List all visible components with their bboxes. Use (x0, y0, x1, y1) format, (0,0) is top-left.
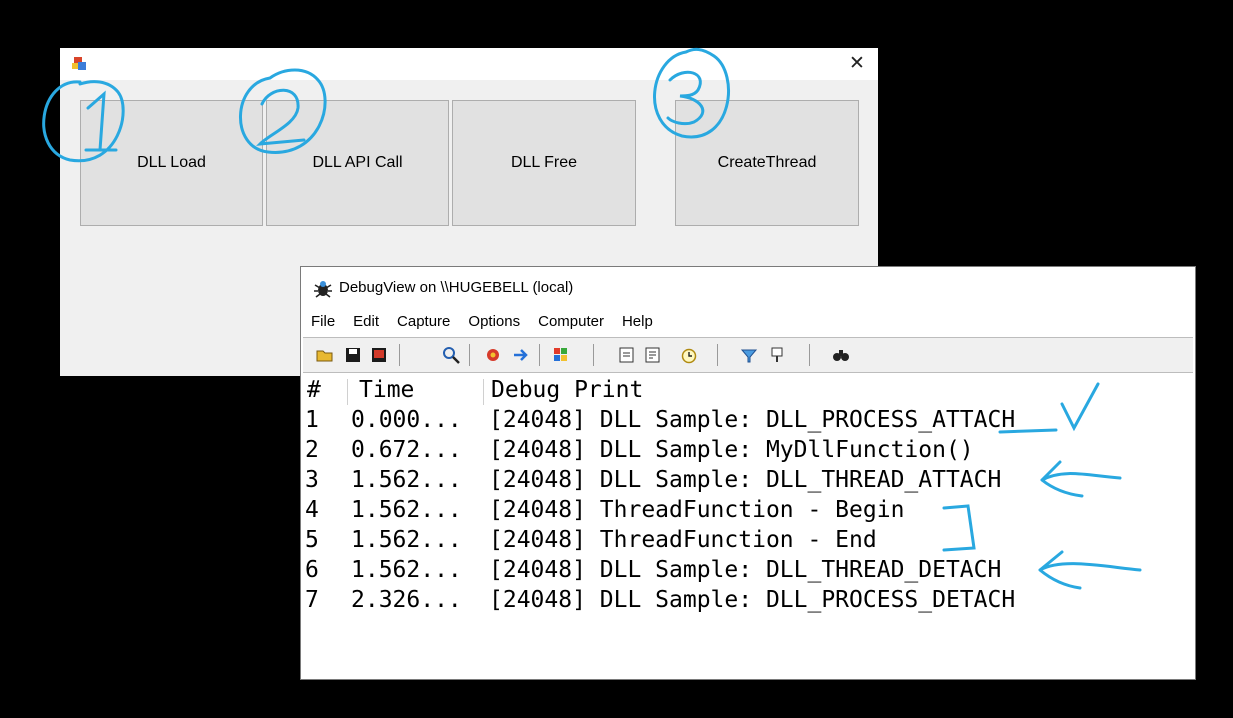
bracket-annotation-thread-function (942, 504, 976, 552)
circled-number-3 (653, 47, 730, 139)
arrow-annotation-thread-detach (1038, 550, 1142, 590)
circled-number-2 (239, 68, 327, 154)
arrow-annotation-thread-attach (1040, 460, 1122, 498)
annotation-overlay (42, 47, 1142, 590)
checkmark-annotation (998, 382, 1100, 434)
circled-number-1 (42, 80, 125, 163)
